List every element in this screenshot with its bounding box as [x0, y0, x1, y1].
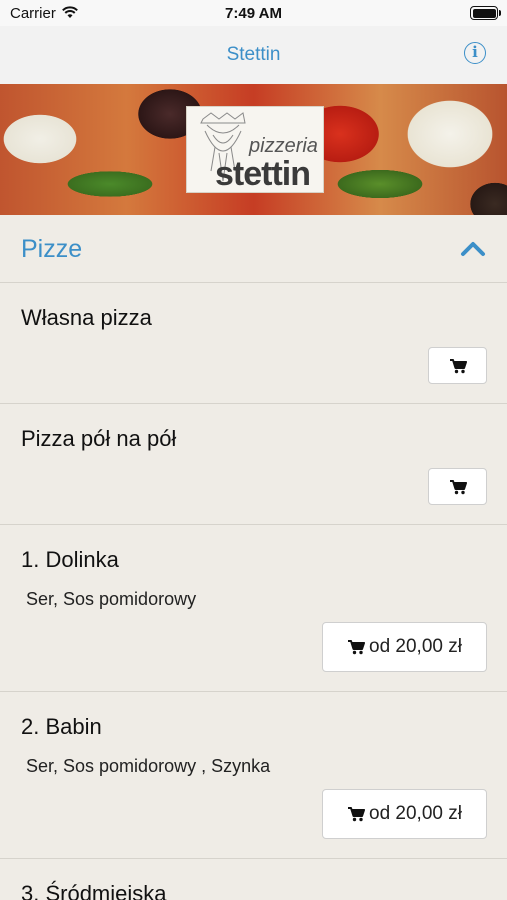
add-to-cart-button[interactable]: [428, 347, 487, 384]
item-ingredients: Ser, Sos pomidorowy , Szynka: [26, 756, 271, 776]
header-banner: pizzeria stettin: [0, 84, 507, 215]
page-title: Stettin: [226, 44, 281, 65]
add-to-cart-button[interactable]: od 20,00 zł: [322, 622, 487, 672]
menu-item[interactable]: Własna pizza: [0, 283, 507, 404]
category-header[interactable]: Pizze: [0, 215, 507, 283]
status-bar: Carrier 7:49 AM: [0, 0, 507, 26]
price-label: od 20,00 zł: [369, 803, 462, 824]
item-name: 1. Dolinka: [21, 547, 119, 572]
item-name: 2. Babin: [21, 714, 102, 739]
add-to-cart-button[interactable]: od 20,00 zł: [322, 789, 487, 839]
clock: 7:49 AM: [225, 5, 282, 22]
cart-icon: [348, 807, 366, 822]
info-icon[interactable]: i: [464, 42, 486, 64]
cart-icon: [449, 479, 467, 494]
menu-item[interactable]: 2. Babin Ser, Sos pomidorowy , Szynka od…: [0, 692, 507, 859]
battery-icon: [470, 6, 501, 20]
item-name: Własna pizza: [21, 305, 152, 330]
menu-item[interactable]: Pizza pół na pół: [0, 404, 507, 525]
price-label: od 20,00 zł: [369, 636, 462, 657]
item-name: 3. Śródmiejska: [21, 881, 167, 900]
menu-item[interactable]: 3. Śródmiejska: [0, 859, 507, 900]
cart-icon: [348, 640, 366, 655]
restaurant-logo: pizzeria stettin: [186, 106, 324, 193]
item-name: Pizza pół na pół: [21, 426, 177, 451]
item-ingredients: Ser, Sos pomidorowy: [26, 589, 197, 609]
menu-item[interactable]: 1. Dolinka Ser, Sos pomidorowy od 20,00 …: [0, 525, 507, 692]
nav-bar: Stettin i: [0, 26, 507, 85]
chevron-up-icon[interactable]: [460, 239, 486, 257]
category-title: Pizze: [21, 235, 83, 263]
logo-text-big: stettin: [215, 155, 311, 193]
cart-icon: [449, 358, 467, 373]
add-to-cart-button[interactable]: [428, 468, 487, 505]
